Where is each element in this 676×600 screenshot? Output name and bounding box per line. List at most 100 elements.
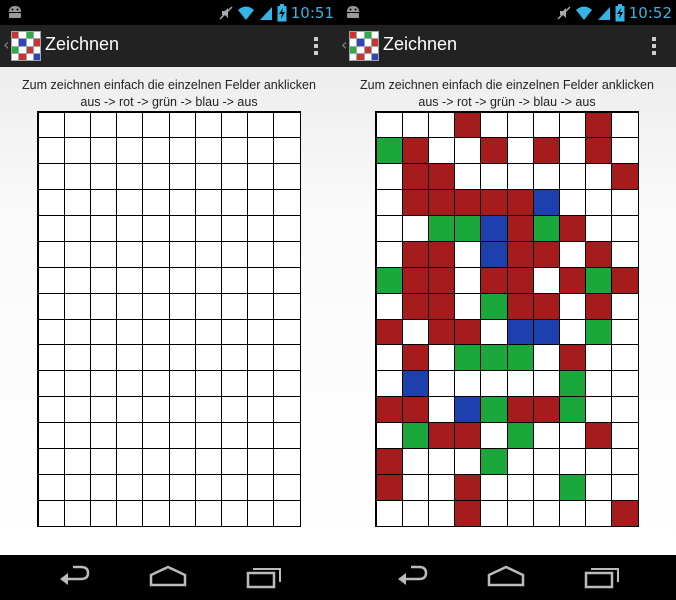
grid-cell[interactable] <box>532 215 560 242</box>
grid-cell[interactable] <box>611 240 639 268</box>
grid-cell[interactable] <box>611 215 639 242</box>
grid-cell[interactable] <box>480 318 508 346</box>
grid-cell[interactable] <box>142 370 170 398</box>
grid-cell[interactable] <box>194 163 222 191</box>
grid-cell[interactable] <box>506 499 534 527</box>
grid-cell[interactable] <box>89 163 118 191</box>
grid-cell[interactable] <box>611 189 639 216</box>
grid-cell[interactable] <box>37 396 65 423</box>
grid-cell[interactable] <box>116 137 144 165</box>
grid-cell[interactable] <box>585 396 613 423</box>
grid-cell[interactable] <box>454 292 482 320</box>
grid-cell[interactable] <box>532 266 560 294</box>
grid-cell[interactable] <box>37 499 65 527</box>
home-icon[interactable] <box>148 563 188 591</box>
grid-cell[interactable] <box>558 370 587 398</box>
grid-cell[interactable] <box>532 396 560 423</box>
grid-cell[interactable] <box>375 163 403 191</box>
grid-cell[interactable] <box>401 163 429 191</box>
grid-cell[interactable] <box>89 344 118 372</box>
grid-cell[interactable] <box>454 344 482 372</box>
grid-cell[interactable] <box>427 137 456 165</box>
grid-cell[interactable] <box>532 344 560 372</box>
grid-cell[interactable] <box>63 163 91 191</box>
grid-cell[interactable] <box>375 189 403 216</box>
grid-cell[interactable] <box>89 447 118 475</box>
grid-cell[interactable] <box>611 111 639 139</box>
grid-cell[interactable] <box>37 473 65 501</box>
grid-cell[interactable] <box>220 370 249 398</box>
grid-cell[interactable] <box>506 111 534 139</box>
grid-cell[interactable] <box>89 240 118 268</box>
grid-cell[interactable] <box>37 422 65 449</box>
grid-cell[interactable] <box>401 396 429 423</box>
grid-cell[interactable] <box>532 163 560 191</box>
grid-cell[interactable] <box>611 318 639 346</box>
grid-cell[interactable] <box>37 370 65 398</box>
grid-cell[interactable] <box>375 215 403 242</box>
grid-cell[interactable] <box>480 240 508 268</box>
back-icon[interactable] <box>55 563 95 591</box>
grid-cell[interactable] <box>142 215 170 242</box>
grid-cell[interactable] <box>532 240 560 268</box>
grid-cell[interactable] <box>220 473 249 501</box>
grid-cell[interactable] <box>375 111 403 139</box>
grid-cell[interactable] <box>401 292 429 320</box>
grid-cell[interactable] <box>454 473 482 501</box>
grid-cell[interactable] <box>273 370 301 398</box>
grid-cell[interactable] <box>454 447 482 475</box>
grid-cell[interactable] <box>375 396 403 423</box>
grid-cell[interactable] <box>480 396 508 423</box>
grid-cell[interactable] <box>116 215 144 242</box>
grid-cell[interactable] <box>558 240 587 268</box>
grid-cell[interactable] <box>427 240 456 268</box>
grid-cell[interactable] <box>37 240 65 268</box>
grid-cell[interactable] <box>168 240 196 268</box>
grid-cell[interactable] <box>116 473 144 501</box>
grid-cell[interactable] <box>585 473 613 501</box>
grid-cell[interactable] <box>37 266 65 294</box>
grid-cell[interactable] <box>506 396 534 423</box>
grid-cell[interactable] <box>427 396 456 423</box>
grid-cell[interactable] <box>401 344 429 372</box>
grid-cell[interactable] <box>220 111 249 139</box>
grid-cell[interactable] <box>116 422 144 449</box>
grid-cell[interactable] <box>480 344 508 372</box>
grid-cell[interactable] <box>273 111 301 139</box>
grid-cell[interactable] <box>142 447 170 475</box>
grid-cell[interactable] <box>558 266 587 294</box>
grid-cell[interactable] <box>375 137 403 165</box>
grid-cell[interactable] <box>37 344 65 372</box>
grid-cell[interactable] <box>89 189 118 216</box>
grid-cell[interactable] <box>401 422 429 449</box>
grid-cell[interactable] <box>454 499 482 527</box>
grid-cell[interactable] <box>427 215 456 242</box>
grid-cell[interactable] <box>480 266 508 294</box>
grid-cell[interactable] <box>142 111 170 139</box>
grid-cell[interactable] <box>532 189 560 216</box>
grid-cell[interactable] <box>168 266 196 294</box>
grid-cell[interactable] <box>194 266 222 294</box>
grid-cell[interactable] <box>220 189 249 216</box>
grid-cell[interactable] <box>375 344 403 372</box>
grid-cell[interactable] <box>611 370 639 398</box>
grid-cell[interactable] <box>89 266 118 294</box>
grid-cell[interactable] <box>273 344 301 372</box>
grid-cell[interactable] <box>142 163 170 191</box>
grid-cell[interactable] <box>168 215 196 242</box>
grid-cell[interactable] <box>558 215 587 242</box>
grid-cell[interactable] <box>168 473 196 501</box>
grid-cell[interactable] <box>611 499 639 527</box>
grid-cell[interactable] <box>220 163 249 191</box>
grid-cell[interactable] <box>37 163 65 191</box>
recent-apps-icon[interactable] <box>582 563 622 591</box>
grid-cell[interactable] <box>454 318 482 346</box>
grid-cell[interactable] <box>116 163 144 191</box>
grid-cell[interactable] <box>375 499 403 527</box>
grid-cell[interactable] <box>220 240 249 268</box>
grid-cell[interactable] <box>427 189 456 216</box>
grid-cell[interactable] <box>194 137 222 165</box>
grid-cell[interactable] <box>454 163 482 191</box>
grid-cell[interactable] <box>585 266 613 294</box>
grid-cell[interactable] <box>427 111 456 139</box>
